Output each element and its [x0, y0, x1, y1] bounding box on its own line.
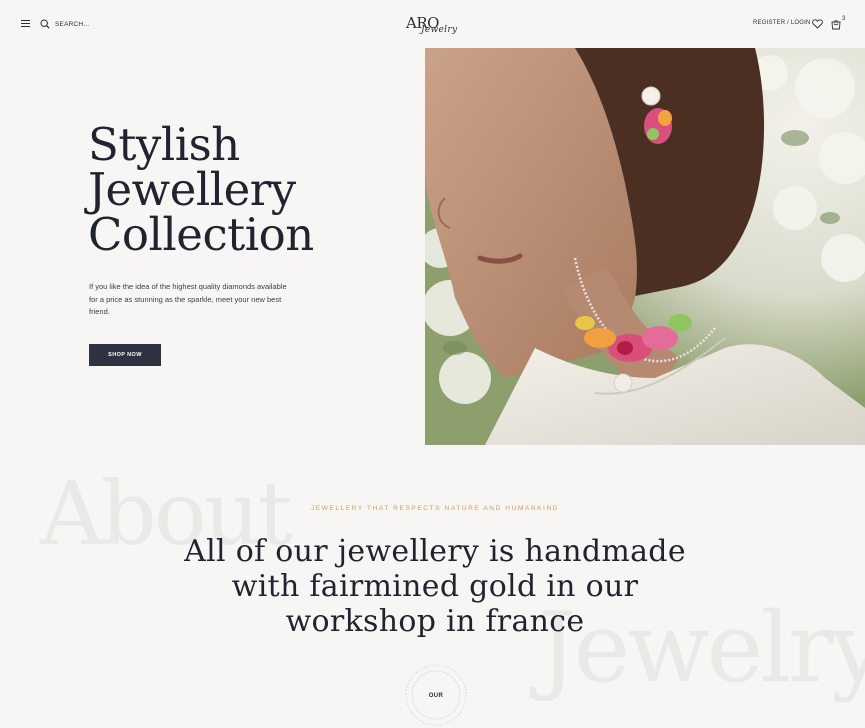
heart-icon[interactable]: [812, 19, 823, 29]
brand-logo[interactable]: ARO Jewelry: [405, 10, 465, 40]
about-heading-line: with fairmined gold in our: [231, 569, 639, 604]
hero-title: Stylish Jewellery Collection: [88, 122, 408, 257]
site-header: ARO Jewelry REGISTER / LOGIN 3: [0, 0, 865, 48]
hero-title-line: Collection: [88, 208, 314, 261]
shop-now-button[interactable]: SHOP NOW: [89, 344, 161, 366]
hero-description: If you like the idea of the highest qual…: [89, 282, 287, 316]
hero-title-line: Jewellery: [88, 163, 296, 216]
badge-label: OUR: [428, 693, 444, 699]
logo-script: Jewelry: [421, 25, 458, 35]
cart-icon[interactable]: [831, 19, 841, 30]
model-jewelry-photo: [425, 48, 865, 445]
search-bar[interactable]: [40, 18, 115, 30]
register-login-link[interactable]: REGISTER / LOGIN: [753, 20, 811, 26]
cart-count-badge: 3: [842, 16, 846, 22]
search-icon[interactable]: [40, 19, 50, 29]
about-heading-line: workshop in france: [285, 604, 585, 639]
about-heading-line: All of our jewellery is handmade: [184, 534, 686, 569]
search-input[interactable]: [55, 20, 115, 28]
hero-image: [425, 48, 865, 445]
menu-icon[interactable]: [20, 18, 32, 30]
section-eyebrow: JEWELLERY THAT RESPECTS NATURE AND HUMAN…: [310, 505, 560, 512]
about-heading: All of our jewellery is handmade with fa…: [170, 534, 700, 639]
hero-title-line: Stylish: [88, 118, 240, 171]
